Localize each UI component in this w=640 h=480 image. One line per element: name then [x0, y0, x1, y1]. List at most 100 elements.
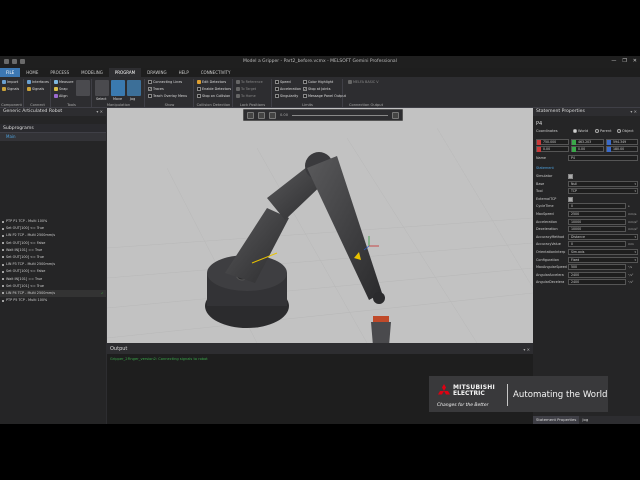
property-value[interactable]: 2500: [568, 211, 626, 217]
dropdown-arrow-icon[interactable]: ▾: [634, 258, 636, 263]
robot-scene[interactable]: [107, 108, 533, 343]
property-label: Tool: [536, 189, 543, 194]
property-value[interactable]: 500: [568, 264, 626, 271]
melfa-basic-button[interactable]: MELFA BASIC V: [348, 80, 379, 84]
statement-row[interactable]: LIN P2 TCP - Multi 2500mm/s: [0, 232, 106, 239]
statement-row[interactable]: PTP P5 TCP - Multi 100%: [0, 297, 106, 304]
statement-row[interactable]: PTP P1 TCP - Multi 100%: [0, 218, 106, 225]
dropdown-arrow-icon[interactable]: ▾: [634, 189, 636, 194]
tab-modeling[interactable]: MODELING: [75, 68, 109, 77]
stop-on-collision-toggle[interactable]: Stop on Collision: [197, 94, 230, 98]
jog-button[interactable]: [127, 80, 141, 96]
y-field[interactable]: 463.203: [571, 139, 604, 145]
property-checkbox[interactable]: [568, 196, 573, 202]
message-panel-output-toggle[interactable]: Message Panel Output: [303, 94, 346, 98]
to-target-button[interactable]: To Target: [236, 87, 256, 91]
speed-toggle[interactable]: Speed: [275, 80, 291, 84]
panel-pin-icon[interactable]: ▾ ✕: [630, 108, 637, 116]
settings-icon[interactable]: [247, 111, 254, 119]
stop-at-joints-toggle[interactable]: ✓ Stop at Joints: [303, 87, 331, 91]
to-home-button[interactable]: To Home: [236, 94, 256, 98]
robot-tool-button[interactable]: [76, 80, 90, 96]
property-value[interactable]: TCP ▾: [568, 188, 638, 195]
coord-parent-radio[interactable]: Parent: [592, 129, 612, 133]
singularity-toggle[interactable]: Singularity: [275, 94, 298, 98]
statement-row[interactable]: Set OUT[100] <= True: [0, 254, 106, 261]
dropdown-arrow-icon[interactable]: ▾: [634, 250, 636, 255]
ry-field[interactable]: 0.00: [571, 146, 604, 152]
maximize-button[interactable]: ❐: [622, 58, 626, 64]
panel-pin-icon[interactable]: ▾ ✕: [523, 345, 530, 354]
x-field[interactable]: 750.000: [536, 139, 569, 145]
tab-connectivity[interactable]: CONNECTIVITY: [195, 68, 237, 77]
property-value[interactable]: 2400: [568, 279, 626, 286]
tab-help[interactable]: HELP: [173, 68, 195, 77]
tab-process[interactable]: PROCESS: [44, 68, 75, 77]
coord-world-radio[interactable]: World: [570, 129, 588, 133]
statement-row[interactable]: Wait IN[101] == True: [0, 247, 106, 254]
property-value[interactable]: Null ▾: [568, 180, 638, 187]
subprograms-header[interactable]: Subprograms: [0, 124, 106, 133]
coordinate-gizmo[interactable]: [363, 236, 379, 251]
robot-arm[interactable]: [205, 152, 391, 343]
align-button[interactable]: Align: [54, 94, 68, 98]
statement-row[interactable]: Wait IN[101] == True: [0, 276, 106, 283]
tab-program[interactable]: PROGRAM: [108, 68, 142, 77]
dropdown-arrow-icon[interactable]: ▾: [634, 235, 636, 240]
connecting-lines-toggle[interactable]: Connecting Lines: [148, 80, 182, 84]
property-value[interactable]: 10000: [568, 226, 626, 233]
property-value[interactable]: 0: [568, 203, 626, 210]
measure-button[interactable]: Measure: [54, 80, 73, 84]
component-signals-button[interactable]: Signals: [2, 87, 19, 91]
traces-toggle[interactable]: ✓ Traces: [148, 87, 164, 91]
logo-divider: [507, 384, 508, 406]
property-value[interactable]: 0: [568, 241, 626, 248]
rx-field[interactable]: 0.00: [536, 146, 569, 152]
interfaces-button[interactable]: Interfaces: [27, 80, 49, 84]
move-button[interactable]: [111, 80, 125, 96]
color-highlight-toggle[interactable]: Color Highlight: [303, 80, 333, 84]
property-checkbox[interactable]: [568, 174, 573, 179]
tab-drawing[interactable]: DRAWING: [141, 68, 172, 77]
teach-overlay-toggle[interactable]: Teach Overlay Menu: [148, 94, 187, 98]
statement-row[interactable]: Set OUT[100] <= True: [0, 225, 106, 232]
filter-icon[interactable]: [392, 111, 399, 119]
property-value[interactable]: Sim.axis ▾: [568, 249, 638, 255]
tab-statement-properties[interactable]: Statement Properties: [533, 416, 580, 424]
close-button[interactable]: ✕: [633, 58, 637, 64]
import-button[interactable]: Import: [2, 80, 18, 84]
tab-home[interactable]: HOME: [20, 68, 44, 77]
connect-signals-button[interactable]: Signals: [27, 87, 44, 91]
tab-file[interactable]: FILE: [0, 68, 21, 77]
property-value[interactable]: 2400: [568, 271, 626, 278]
property-value[interactable]: 10000: [568, 218, 626, 225]
to-reference-button[interactable]: To Reference: [236, 80, 263, 84]
tab-jog[interactable]: Jog: [579, 416, 591, 424]
statement-row[interactable]: Set OUT[100] <= False: [0, 268, 106, 275]
property-value[interactable]: Distance ▾: [568, 233, 638, 240]
property-value[interactable]: Fixed ▾: [568, 256, 638, 263]
rz-field[interactable]: 180.00: [606, 146, 638, 152]
snap-mode-icon[interactable]: [269, 111, 276, 119]
snap-button[interactable]: Snap: [54, 87, 68, 91]
statement-row[interactable]: LIN P4 TCP - Multi 2500mm/s ✓: [0, 289, 106, 298]
target-icon[interactable]: [258, 111, 265, 119]
main-program-row[interactable]: Main: [0, 133, 106, 141]
edit-detectors-button[interactable]: Edit Detectors: [197, 80, 226, 84]
select-button[interactable]: [95, 80, 109, 96]
statement-row[interactable]: Set OUT[101] <= True: [0, 283, 106, 290]
panel-pin-icon[interactable]: ▾ ✕: [96, 108, 103, 116]
statement-row[interactable]: LIN P3 TCP - Multi 2500mm/s: [0, 261, 106, 268]
name-field[interactable]: P4: [568, 155, 638, 161]
statement-row[interactable]: Set OUT[100] <= False: [0, 240, 106, 247]
3d-viewport[interactable]: 0.00 B L T R F: [107, 108, 533, 343]
minimize-button[interactable]: —: [611, 58, 616, 64]
step-value[interactable]: 0.00: [280, 113, 288, 117]
slider-track[interactable]: [292, 114, 388, 116]
acceleration-toggle[interactable]: Acceleration: [275, 87, 301, 91]
dropdown-arrow-icon[interactable]: ▾: [634, 182, 636, 187]
z-field[interactable]: 594.349: [606, 139, 638, 145]
coord-object-radio[interactable]: Object: [614, 129, 634, 133]
statement-link[interactable]: Statement: [536, 166, 554, 170]
enable-detectors-toggle[interactable]: Enable Detectors: [197, 87, 231, 91]
